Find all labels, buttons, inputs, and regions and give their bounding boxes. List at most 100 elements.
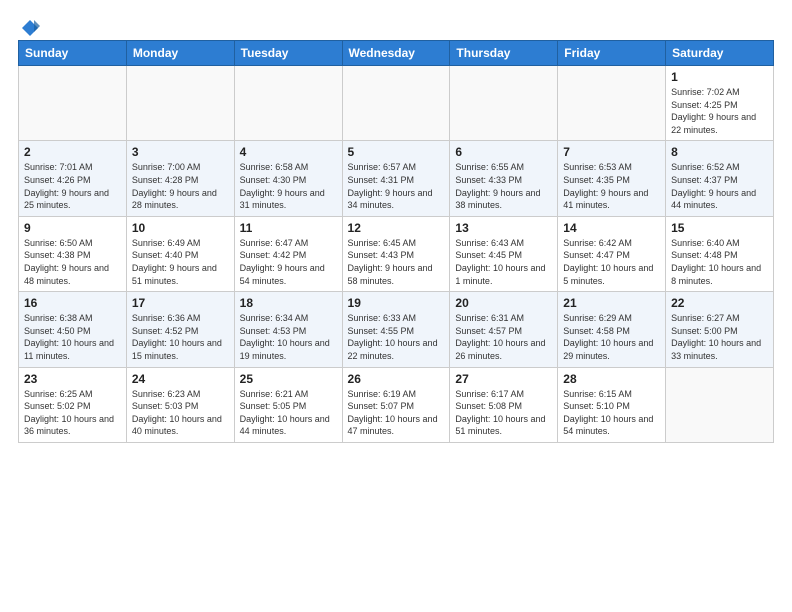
day-number: 13 bbox=[455, 221, 552, 235]
day-info: Sunrise: 6:34 AM Sunset: 4:53 PM Dayligh… bbox=[240, 312, 337, 362]
calendar-cell bbox=[126, 66, 234, 141]
day-number: 26 bbox=[348, 372, 445, 386]
day-number: 9 bbox=[24, 221, 121, 235]
calendar-cell: 10 Sunrise: 6:49 AM Sunset: 4:40 PM Dayli… bbox=[126, 216, 234, 291]
day-number: 27 bbox=[455, 372, 552, 386]
page: SundayMondayTuesdayWednesdayThursdayFrid… bbox=[0, 0, 792, 453]
weekday-header: Tuesday bbox=[234, 41, 342, 66]
day-info: Sunrise: 6:36 AM Sunset: 4:52 PM Dayligh… bbox=[132, 312, 229, 362]
weekday-header: Friday bbox=[558, 41, 666, 66]
calendar-cell bbox=[558, 66, 666, 141]
day-info: Sunrise: 6:19 AM Sunset: 5:07 PM Dayligh… bbox=[348, 388, 445, 438]
day-info: Sunrise: 6:55 AM Sunset: 4:33 PM Dayligh… bbox=[455, 161, 552, 211]
calendar-cell: 12 Sunrise: 6:45 AM Sunset: 4:43 PM Dayli… bbox=[342, 216, 450, 291]
day-number: 5 bbox=[348, 145, 445, 159]
day-info: Sunrise: 6:42 AM Sunset: 4:47 PM Dayligh… bbox=[563, 237, 660, 287]
day-number: 25 bbox=[240, 372, 337, 386]
day-number: 19 bbox=[348, 296, 445, 310]
day-info: Sunrise: 6:31 AM Sunset: 4:57 PM Dayligh… bbox=[455, 312, 552, 362]
calendar-cell: 23 Sunrise: 6:25 AM Sunset: 5:02 PM Dayli… bbox=[19, 367, 127, 442]
calendar-cell: 3 Sunrise: 7:00 AM Sunset: 4:28 PM Daylig… bbox=[126, 141, 234, 216]
weekday-header: Saturday bbox=[666, 41, 774, 66]
day-info: Sunrise: 6:40 AM Sunset: 4:48 PM Dayligh… bbox=[671, 237, 768, 287]
day-number: 24 bbox=[132, 372, 229, 386]
calendar-cell: 11 Sunrise: 6:47 AM Sunset: 4:42 PM Dayli… bbox=[234, 216, 342, 291]
calendar-cell bbox=[342, 66, 450, 141]
calendar-cell: 19 Sunrise: 6:33 AM Sunset: 4:55 PM Dayli… bbox=[342, 292, 450, 367]
day-number: 28 bbox=[563, 372, 660, 386]
day-info: Sunrise: 6:15 AM Sunset: 5:10 PM Dayligh… bbox=[563, 388, 660, 438]
day-number: 1 bbox=[671, 70, 768, 84]
day-info: Sunrise: 6:29 AM Sunset: 4:58 PM Dayligh… bbox=[563, 312, 660, 362]
calendar-cell: 1 Sunrise: 7:02 AM Sunset: 4:25 PM Daylig… bbox=[666, 66, 774, 141]
day-info: Sunrise: 6:58 AM Sunset: 4:30 PM Dayligh… bbox=[240, 161, 337, 211]
day-info: Sunrise: 6:52 AM Sunset: 4:37 PM Dayligh… bbox=[671, 161, 768, 211]
day-info: Sunrise: 6:43 AM Sunset: 4:45 PM Dayligh… bbox=[455, 237, 552, 287]
calendar-table: SundayMondayTuesdayWednesdayThursdayFrid… bbox=[18, 40, 774, 443]
day-number: 4 bbox=[240, 145, 337, 159]
calendar-cell: 21 Sunrise: 6:29 AM Sunset: 4:58 PM Dayli… bbox=[558, 292, 666, 367]
day-info: Sunrise: 6:57 AM Sunset: 4:31 PM Dayligh… bbox=[348, 161, 445, 211]
calendar-cell: 13 Sunrise: 6:43 AM Sunset: 4:45 PM Dayli… bbox=[450, 216, 558, 291]
calendar-cell: 14 Sunrise: 6:42 AM Sunset: 4:47 PM Dayli… bbox=[558, 216, 666, 291]
calendar-cell: 8 Sunrise: 6:52 AM Sunset: 4:37 PM Daylig… bbox=[666, 141, 774, 216]
calendar-cell: 28 Sunrise: 6:15 AM Sunset: 5:10 PM Dayli… bbox=[558, 367, 666, 442]
weekday-header: Monday bbox=[126, 41, 234, 66]
calendar-cell: 9 Sunrise: 6:50 AM Sunset: 4:38 PM Daylig… bbox=[19, 216, 127, 291]
day-info: Sunrise: 6:45 AM Sunset: 4:43 PM Dayligh… bbox=[348, 237, 445, 287]
weekday-header: Sunday bbox=[19, 41, 127, 66]
day-number: 16 bbox=[24, 296, 121, 310]
calendar-cell bbox=[19, 66, 127, 141]
day-number: 20 bbox=[455, 296, 552, 310]
day-number: 3 bbox=[132, 145, 229, 159]
calendar-cell: 7Sunrise: 6:53 AM Sunset: 4:35 PM Daylig… bbox=[558, 141, 666, 216]
weekday-header: Wednesday bbox=[342, 41, 450, 66]
calendar-cell: 20 Sunrise: 6:31 AM Sunset: 4:57 PM Dayli… bbox=[450, 292, 558, 367]
day-info: Sunrise: 6:27 AM Sunset: 5:00 PM Dayligh… bbox=[671, 312, 768, 362]
day-number: 23 bbox=[24, 372, 121, 386]
day-info: Sunrise: 7:01 AM Sunset: 4:26 PM Dayligh… bbox=[24, 161, 121, 211]
calendar-cell: 18 Sunrise: 6:34 AM Sunset: 4:53 PM Dayli… bbox=[234, 292, 342, 367]
day-number: 8 bbox=[671, 145, 768, 159]
day-number: 10 bbox=[132, 221, 229, 235]
calendar-cell bbox=[450, 66, 558, 141]
calendar-cell: 16 Sunrise: 6:38 AM Sunset: 4:50 PM Dayli… bbox=[19, 292, 127, 367]
calendar-cell: 27 Sunrise: 6:17 AM Sunset: 5:08 PM Dayli… bbox=[450, 367, 558, 442]
day-info: Sunrise: 6:23 AM Sunset: 5:03 PM Dayligh… bbox=[132, 388, 229, 438]
calendar-cell: 17 Sunrise: 6:36 AM Sunset: 4:52 PM Dayli… bbox=[126, 292, 234, 367]
calendar-cell: 26 Sunrise: 6:19 AM Sunset: 5:07 PM Dayli… bbox=[342, 367, 450, 442]
calendar-cell: 4 Sunrise: 6:58 AM Sunset: 4:30 PM Daylig… bbox=[234, 141, 342, 216]
day-info: Sunrise: 6:21 AM Sunset: 5:05 PM Dayligh… bbox=[240, 388, 337, 438]
calendar-cell bbox=[234, 66, 342, 141]
day-info: Sunrise: 6:49 AM Sunset: 4:40 PM Dayligh… bbox=[132, 237, 229, 287]
day-number: 22 bbox=[671, 296, 768, 310]
calendar-cell: 22 Sunrise: 6:27 AM Sunset: 5:00 PM Dayli… bbox=[666, 292, 774, 367]
day-number: 14 bbox=[563, 221, 660, 235]
day-info: Sunrise: 6:38 AM Sunset: 4:50 PM Dayligh… bbox=[24, 312, 121, 362]
calendar-cell: 2 Sunrise: 7:01 AM Sunset: 4:26 PM Daylig… bbox=[19, 141, 127, 216]
day-info: Sunrise: 6:25 AM Sunset: 5:02 PM Dayligh… bbox=[24, 388, 121, 438]
logo-icon bbox=[20, 18, 40, 38]
logo bbox=[18, 18, 42, 34]
day-number: 15 bbox=[671, 221, 768, 235]
calendar-cell bbox=[666, 367, 774, 442]
calendar-cell: 24 Sunrise: 6:23 AM Sunset: 5:03 PM Dayli… bbox=[126, 367, 234, 442]
calendar-cell: 25 Sunrise: 6:21 AM Sunset: 5:05 PM Dayli… bbox=[234, 367, 342, 442]
day-number: 11 bbox=[240, 221, 337, 235]
weekday-header: Thursday bbox=[450, 41, 558, 66]
header bbox=[18, 18, 774, 34]
day-number: 12 bbox=[348, 221, 445, 235]
calendar-cell: 15 Sunrise: 6:40 AM Sunset: 4:48 PM Dayli… bbox=[666, 216, 774, 291]
calendar-cell: 5 Sunrise: 6:57 AM Sunset: 4:31 PM Daylig… bbox=[342, 141, 450, 216]
day-info: Sunrise: 6:50 AM Sunset: 4:38 PM Dayligh… bbox=[24, 237, 121, 287]
day-info: Sunrise: 6:33 AM Sunset: 4:55 PM Dayligh… bbox=[348, 312, 445, 362]
calendar-cell: 6Sunrise: 6:55 AM Sunset: 4:33 PM Daylig… bbox=[450, 141, 558, 216]
day-info: Sunrise: 6:47 AM Sunset: 4:42 PM Dayligh… bbox=[240, 237, 337, 287]
day-info: Sunrise: 6:17 AM Sunset: 5:08 PM Dayligh… bbox=[455, 388, 552, 438]
day-info: Sunrise: 7:00 AM Sunset: 4:28 PM Dayligh… bbox=[132, 161, 229, 211]
day-info: Sunrise: 7:02 AM Sunset: 4:25 PM Dayligh… bbox=[671, 86, 768, 136]
day-number: 21 bbox=[563, 296, 660, 310]
day-number: 17 bbox=[132, 296, 229, 310]
day-number: 18 bbox=[240, 296, 337, 310]
day-number: 2 bbox=[24, 145, 121, 159]
